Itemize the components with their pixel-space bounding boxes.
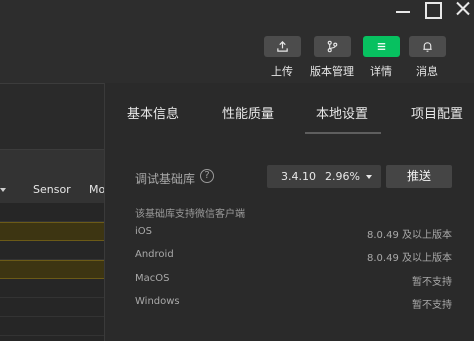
version-tool[interactable]: 版本管理 [310, 36, 354, 79]
details-tabs: 基本信息 性能质量 本地设置 项目配置 [105, 83, 474, 135]
tab-performance[interactable]: 性能质量 [222, 103, 274, 122]
upload-tool[interactable]: 上传 [262, 36, 302, 79]
upload-icon [276, 41, 288, 52]
column-sensor[interactable]: Sensor [33, 183, 71, 196]
support-row-macos: MacOS 暂不支持 [135, 273, 452, 288]
platform-name: iOS [135, 226, 152, 237]
platform-support: 8.0.49 及以上版本 [367, 253, 452, 264]
chevron-down-icon [366, 175, 372, 179]
table-row[interactable] [0, 241, 104, 260]
support-row-windows: Windows 暂不支持 [135, 296, 452, 311]
version-label: 版本管理 [310, 65, 354, 78]
platform-name: MacOS [135, 273, 170, 284]
table-row[interactable] [0, 203, 104, 222]
messages-label: 消息 [416, 65, 438, 78]
tab-project-config[interactable]: 项目配置 [411, 103, 463, 122]
table-row[interactable] [0, 317, 104, 336]
top-toolbar: 上传 版本管理 详情 消息 [0, 0, 474, 83]
tab-local-settings[interactable]: 本地设置 [316, 103, 368, 122]
detail-tool[interactable]: 详情 [361, 36, 401, 79]
upload-label: 上传 [271, 65, 293, 78]
devtools-window: 上传 版本管理 详情 消息 Sensor Mo 基本信息 性能质量 本地设置 项… [0, 0, 474, 341]
platform-name: Windows [135, 296, 180, 307]
close-button[interactable] [448, 0, 474, 24]
lib-version: 3.4.10 [281, 170, 316, 183]
simulator-area [0, 83, 104, 149]
bell-icon [422, 42, 432, 52]
debug-lib-label: 调试基础库 [135, 172, 196, 186]
lib-usage-percent: 2.96% [325, 170, 360, 183]
table-row[interactable] [0, 279, 104, 298]
active-tab-indicator [305, 132, 381, 134]
menu-icon [377, 43, 385, 50]
messages-tool[interactable]: 消息 [407, 36, 447, 79]
column-mo[interactable]: Mo [89, 183, 105, 196]
detail-button[interactable] [362, 36, 400, 57]
platform-support: 暂不支持 [412, 277, 452, 288]
push-button[interactable]: 推送 [386, 165, 452, 188]
help-icon[interactable]: ? [200, 169, 214, 183]
table-row[interactable] [0, 222, 104, 241]
messages-button[interactable] [408, 36, 446, 57]
table-body [0, 203, 104, 341]
platform-support: 暂不支持 [412, 300, 452, 311]
version-button[interactable] [313, 36, 351, 57]
minimize-button[interactable] [387, 0, 417, 24]
table-header: Sensor Mo [0, 149, 105, 203]
support-title: 该基础库支持微信客户端 [135, 209, 245, 220]
tab-basic-info[interactable]: 基本信息 [127, 103, 179, 122]
detail-label: 详情 [370, 65, 392, 78]
maximize-button[interactable] [420, 0, 450, 24]
support-row-ios: iOS 8.0.49 及以上版本 [135, 226, 452, 241]
details-panel: 基本信息 性能质量 本地设置 项目配置 调试基础库 ? 3.4.10 2.96%… [104, 83, 474, 341]
table-row[interactable] [0, 260, 104, 279]
support-row-android: Android 8.0.49 及以上版本 [135, 249, 452, 264]
sort-arrow-icon[interactable] [0, 188, 6, 192]
branch-icon [327, 40, 337, 53]
platform-support: 8.0.49 及以上版本 [367, 230, 452, 241]
upload-button[interactable] [263, 36, 301, 57]
debug-lib-select[interactable]: 3.4.10 2.96% [267, 165, 381, 188]
table-row[interactable] [0, 298, 104, 317]
platform-name: Android [135, 249, 174, 260]
